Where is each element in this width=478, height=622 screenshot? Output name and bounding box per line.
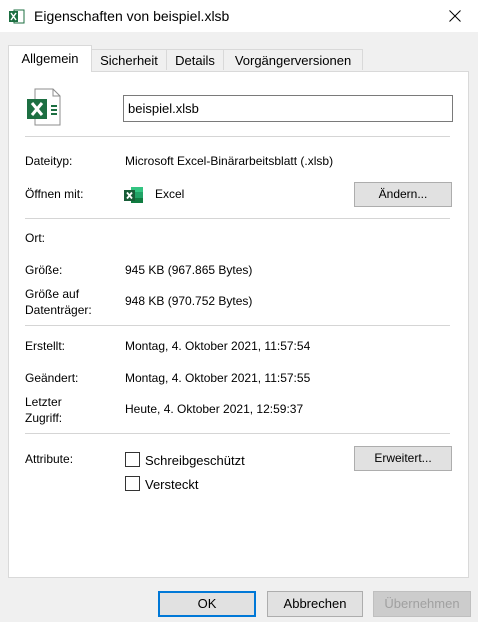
file-type-value: Microsoft Excel-Binärarbeitsblatt (.xlsb… (125, 154, 334, 168)
accessed-value: Heute, 4. Oktober 2021, 12:59:37 (125, 402, 304, 416)
file-name-input[interactable] (123, 95, 453, 122)
separator (25, 136, 450, 137)
title-bar: Eigenschaften von beispiel.xlsb (0, 0, 478, 32)
close-button[interactable] (432, 0, 478, 32)
tab-details[interactable]: Details (166, 49, 224, 70)
separator (25, 218, 450, 219)
size-on-disk-label-line1: Größe auf (25, 287, 80, 301)
opens-with-value: Excel (155, 187, 185, 201)
tab-sicherheit[interactable]: Sicherheit (91, 49, 167, 70)
size-on-disk-label-line2: Datenträger: (25, 303, 92, 317)
attributes-label: Attribute: (25, 452, 74, 466)
change-button[interactable]: Ändern... (354, 182, 452, 207)
excel-file-icon (9, 9, 25, 24)
excel-app-icon (124, 187, 143, 203)
modified-value: Montag, 4. Oktober 2021, 11:57:55 (125, 371, 311, 385)
readonly-label: Schreibgeschützt (145, 453, 245, 468)
advanced-button[interactable]: Erweitert... (354, 446, 452, 471)
size-label: Größe: (25, 263, 63, 277)
close-icon (449, 10, 461, 22)
hidden-checkbox[interactable] (125, 476, 140, 491)
apply-button[interactable]: Übernehmen (373, 591, 471, 617)
tab-vorgaengerversionen[interactable]: Vorgängerversionen (223, 49, 363, 70)
ok-button[interactable]: OK (158, 591, 256, 617)
cancel-button[interactable]: Abbrechen (267, 591, 363, 617)
created-label: Erstellt: (25, 339, 66, 353)
separator (25, 433, 450, 434)
separator (25, 325, 450, 326)
readonly-checkbox[interactable] (125, 452, 140, 467)
location-label: Ort: (25, 231, 45, 245)
accessed-label-line2: Zugriff: (25, 411, 63, 425)
accessed-label-line1: Letzter (25, 395, 62, 409)
opens-with-label: Öffnen mit: (25, 187, 84, 201)
size-value: 945 KB (967.865 Bytes) (125, 263, 253, 277)
file-type-label: Dateityp: (25, 154, 73, 168)
hidden-label: Versteckt (145, 477, 199, 492)
tab-allgemein[interactable]: Allgemein (8, 45, 92, 72)
excel-file-icon (27, 88, 61, 126)
modified-label: Geändert: (25, 371, 79, 385)
window-title: Eigenschaften von beispiel.xlsb (34, 8, 230, 24)
size-on-disk-value: 948 KB (970.752 Bytes) (125, 294, 253, 308)
created-value: Montag, 4. Oktober 2021, 11:57:54 (125, 339, 311, 353)
